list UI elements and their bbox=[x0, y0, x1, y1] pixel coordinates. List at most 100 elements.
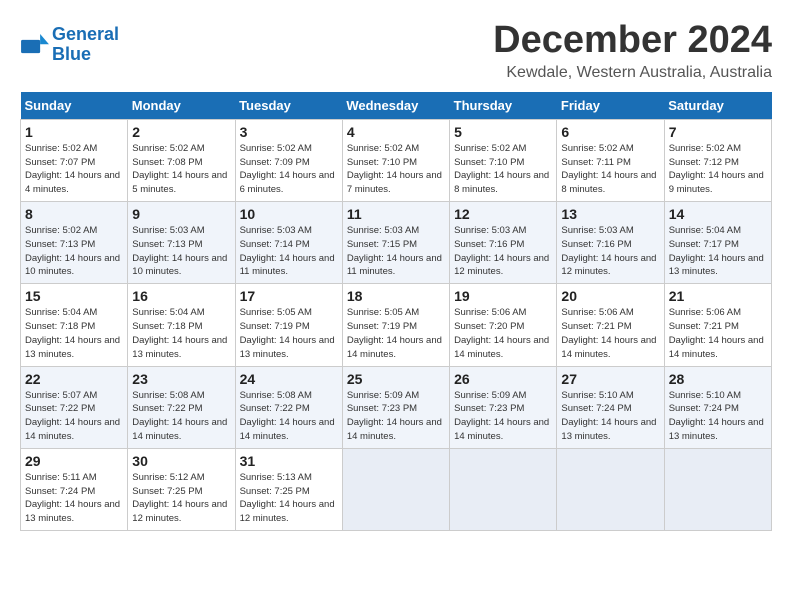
day-number: 2 bbox=[132, 124, 230, 140]
calendar-cell: 15 Sunrise: 5:04 AMSunset: 7:18 PMDaylig… bbox=[21, 284, 128, 366]
col-header-tuesday: Tuesday bbox=[235, 92, 342, 120]
day-number: 26 bbox=[454, 371, 552, 387]
week-row-4: 22 Sunrise: 5:07 AMSunset: 7:22 PMDaylig… bbox=[21, 366, 772, 448]
day-info: Sunrise: 5:02 AMSunset: 7:12 PMDaylight:… bbox=[669, 143, 764, 195]
calendar-cell: 10 Sunrise: 5:03 AMSunset: 7:14 PMDaylig… bbox=[235, 202, 342, 284]
calendar-cell: 1 Sunrise: 5:02 AMSunset: 7:07 PMDayligh… bbox=[21, 119, 128, 201]
calendar-cell: 17 Sunrise: 5:05 AMSunset: 7:19 PMDaylig… bbox=[235, 284, 342, 366]
day-info: Sunrise: 5:11 AMSunset: 7:24 PMDaylight:… bbox=[25, 472, 120, 524]
day-info: Sunrise: 5:12 AMSunset: 7:25 PMDaylight:… bbox=[132, 472, 227, 524]
day-number: 1 bbox=[25, 124, 123, 140]
calendar-cell: 27 Sunrise: 5:10 AMSunset: 7:24 PMDaylig… bbox=[557, 366, 664, 448]
logo-line2: Blue bbox=[52, 44, 91, 64]
day-info: Sunrise: 5:04 AMSunset: 7:18 PMDaylight:… bbox=[132, 307, 227, 359]
day-info: Sunrise: 5:07 AMSunset: 7:22 PMDaylight:… bbox=[25, 390, 120, 442]
day-info: Sunrise: 5:10 AMSunset: 7:24 PMDaylight:… bbox=[669, 390, 764, 442]
col-header-sunday: Sunday bbox=[21, 92, 128, 120]
day-info: Sunrise: 5:06 AMSunset: 7:21 PMDaylight:… bbox=[669, 307, 764, 359]
day-info: Sunrise: 5:02 AMSunset: 7:08 PMDaylight:… bbox=[132, 143, 227, 195]
month-title: December 2024 bbox=[493, 20, 772, 62]
calendar-cell: 8 Sunrise: 5:02 AMSunset: 7:13 PMDayligh… bbox=[21, 202, 128, 284]
col-header-monday: Monday bbox=[128, 92, 235, 120]
calendar-cell: 2 Sunrise: 5:02 AMSunset: 7:08 PMDayligh… bbox=[128, 119, 235, 201]
day-number: 6 bbox=[561, 124, 659, 140]
week-row-1: 1 Sunrise: 5:02 AMSunset: 7:07 PMDayligh… bbox=[21, 119, 772, 201]
calendar-cell: 25 Sunrise: 5:09 AMSunset: 7:23 PMDaylig… bbox=[342, 366, 449, 448]
day-number: 12 bbox=[454, 206, 552, 222]
day-number: 11 bbox=[347, 206, 445, 222]
calendar-cell: 14 Sunrise: 5:04 AMSunset: 7:17 PMDaylig… bbox=[664, 202, 771, 284]
day-number: 31 bbox=[240, 453, 338, 469]
day-number: 21 bbox=[669, 288, 767, 304]
day-number: 9 bbox=[132, 206, 230, 222]
day-number: 28 bbox=[669, 371, 767, 387]
day-number: 17 bbox=[240, 288, 338, 304]
day-info: Sunrise: 5:02 AMSunset: 7:13 PMDaylight:… bbox=[25, 225, 120, 277]
calendar-cell: 11 Sunrise: 5:03 AMSunset: 7:15 PMDaylig… bbox=[342, 202, 449, 284]
day-info: Sunrise: 5:02 AMSunset: 7:07 PMDaylight:… bbox=[25, 143, 120, 195]
col-header-friday: Friday bbox=[557, 92, 664, 120]
day-info: Sunrise: 5:04 AMSunset: 7:18 PMDaylight:… bbox=[25, 307, 120, 359]
calendar-cell: 3 Sunrise: 5:02 AMSunset: 7:09 PMDayligh… bbox=[235, 119, 342, 201]
day-number: 15 bbox=[25, 288, 123, 304]
calendar-cell: 7 Sunrise: 5:02 AMSunset: 7:12 PMDayligh… bbox=[664, 119, 771, 201]
logo: General Blue bbox=[20, 25, 119, 65]
day-number: 7 bbox=[669, 124, 767, 140]
day-info: Sunrise: 5:03 AMSunset: 7:14 PMDaylight:… bbox=[240, 225, 335, 277]
day-info: Sunrise: 5:04 AMSunset: 7:17 PMDaylight:… bbox=[669, 225, 764, 277]
location-title: Kewdale, Western Australia, Australia bbox=[493, 64, 772, 82]
day-number: 29 bbox=[25, 453, 123, 469]
calendar-cell: 28 Sunrise: 5:10 AMSunset: 7:24 PMDaylig… bbox=[664, 366, 771, 448]
day-info: Sunrise: 5:02 AMSunset: 7:09 PMDaylight:… bbox=[240, 143, 335, 195]
calendar-cell bbox=[450, 448, 557, 530]
day-number: 4 bbox=[347, 124, 445, 140]
calendar-cell bbox=[664, 448, 771, 530]
day-number: 25 bbox=[347, 371, 445, 387]
calendar-cell: 19 Sunrise: 5:06 AMSunset: 7:20 PMDaylig… bbox=[450, 284, 557, 366]
day-number: 24 bbox=[240, 371, 338, 387]
day-number: 23 bbox=[132, 371, 230, 387]
calendar-cell: 9 Sunrise: 5:03 AMSunset: 7:13 PMDayligh… bbox=[128, 202, 235, 284]
calendar-cell: 22 Sunrise: 5:07 AMSunset: 7:22 PMDaylig… bbox=[21, 366, 128, 448]
calendar-cell: 24 Sunrise: 5:08 AMSunset: 7:22 PMDaylig… bbox=[235, 366, 342, 448]
calendar-cell: 18 Sunrise: 5:05 AMSunset: 7:19 PMDaylig… bbox=[342, 284, 449, 366]
col-header-thursday: Thursday bbox=[450, 92, 557, 120]
calendar-cell: 30 Sunrise: 5:12 AMSunset: 7:25 PMDaylig… bbox=[128, 448, 235, 530]
day-number: 19 bbox=[454, 288, 552, 304]
calendar-cell: 20 Sunrise: 5:06 AMSunset: 7:21 PMDaylig… bbox=[557, 284, 664, 366]
calendar-cell bbox=[342, 448, 449, 530]
day-number: 13 bbox=[561, 206, 659, 222]
logo-icon bbox=[20, 34, 50, 56]
day-info: Sunrise: 5:13 AMSunset: 7:25 PMDaylight:… bbox=[240, 472, 335, 524]
day-number: 8 bbox=[25, 206, 123, 222]
day-info: Sunrise: 5:08 AMSunset: 7:22 PMDaylight:… bbox=[240, 390, 335, 442]
day-info: Sunrise: 5:06 AMSunset: 7:21 PMDaylight:… bbox=[561, 307, 656, 359]
calendar-cell: 6 Sunrise: 5:02 AMSunset: 7:11 PMDayligh… bbox=[557, 119, 664, 201]
day-info: Sunrise: 5:06 AMSunset: 7:20 PMDaylight:… bbox=[454, 307, 549, 359]
day-number: 3 bbox=[240, 124, 338, 140]
calendar-cell bbox=[557, 448, 664, 530]
calendar-cell: 12 Sunrise: 5:03 AMSunset: 7:16 PMDaylig… bbox=[450, 202, 557, 284]
day-number: 14 bbox=[669, 206, 767, 222]
logo-line1: General bbox=[52, 24, 119, 44]
calendar-cell: 5 Sunrise: 5:02 AMSunset: 7:10 PMDayligh… bbox=[450, 119, 557, 201]
day-number: 5 bbox=[454, 124, 552, 140]
day-info: Sunrise: 5:09 AMSunset: 7:23 PMDaylight:… bbox=[454, 390, 549, 442]
day-info: Sunrise: 5:03 AMSunset: 7:16 PMDaylight:… bbox=[561, 225, 656, 277]
day-info: Sunrise: 5:09 AMSunset: 7:23 PMDaylight:… bbox=[347, 390, 442, 442]
day-info: Sunrise: 5:02 AMSunset: 7:10 PMDaylight:… bbox=[454, 143, 549, 195]
day-number: 30 bbox=[132, 453, 230, 469]
col-header-saturday: Saturday bbox=[664, 92, 771, 120]
calendar-table: SundayMondayTuesdayWednesdayThursdayFrid… bbox=[20, 92, 772, 531]
calendar-cell: 29 Sunrise: 5:11 AMSunset: 7:24 PMDaylig… bbox=[21, 448, 128, 530]
day-number: 27 bbox=[561, 371, 659, 387]
day-info: Sunrise: 5:08 AMSunset: 7:22 PMDaylight:… bbox=[132, 390, 227, 442]
calendar-cell: 16 Sunrise: 5:04 AMSunset: 7:18 PMDaylig… bbox=[128, 284, 235, 366]
calendar-cell: 4 Sunrise: 5:02 AMSunset: 7:10 PMDayligh… bbox=[342, 119, 449, 201]
day-info: Sunrise: 5:03 AMSunset: 7:16 PMDaylight:… bbox=[454, 225, 549, 277]
day-info: Sunrise: 5:03 AMSunset: 7:13 PMDaylight:… bbox=[132, 225, 227, 277]
col-header-wednesday: Wednesday bbox=[342, 92, 449, 120]
calendar-cell: 26 Sunrise: 5:09 AMSunset: 7:23 PMDaylig… bbox=[450, 366, 557, 448]
page-header: General Blue December 2024 Kewdale, West… bbox=[20, 20, 772, 82]
day-info: Sunrise: 5:03 AMSunset: 7:15 PMDaylight:… bbox=[347, 225, 442, 277]
